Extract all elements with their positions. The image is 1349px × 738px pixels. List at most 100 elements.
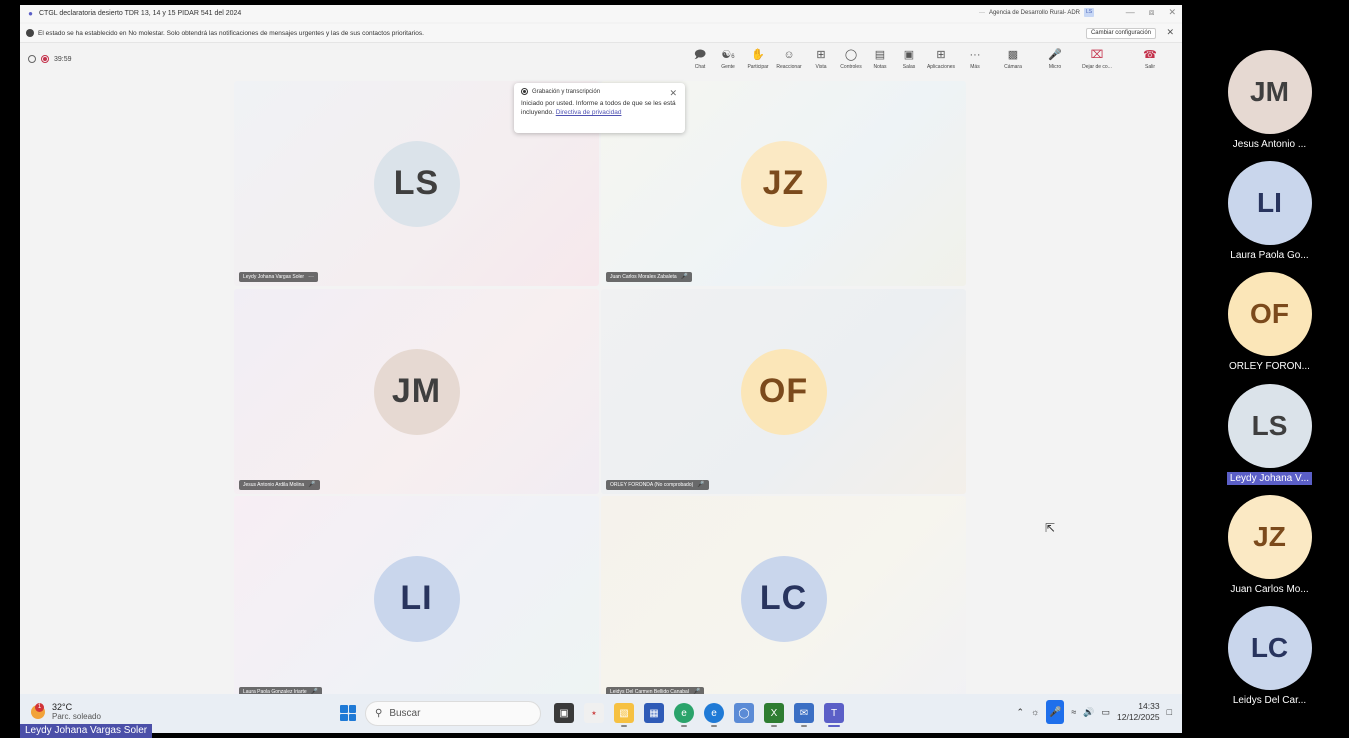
strip-participant-name: Laura Paola Go...: [1230, 250, 1309, 261]
more-button[interactable]: ··· Más: [960, 49, 990, 70]
change-settings-button[interactable]: Cambiar configuración: [1085, 28, 1156, 39]
strip-participant[interactable]: JM Jesus Antonio ...: [1190, 50, 1349, 152]
smile-icon: ☺: [783, 49, 795, 61]
strip-avatar: LS: [1227, 384, 1312, 468]
maximize-icon[interactable]: ⧈: [1149, 7, 1155, 18]
teams-icon[interactable]: T: [824, 703, 844, 727]
clock[interactable]: 14:33 12/12/2025: [1117, 701, 1160, 723]
strip-participant-name: Leydy Johana V...: [1226, 472, 1313, 485]
strip-participant-name: Leidys Del Car...: [1232, 695, 1307, 706]
dnd-banner: El estado se ha establecido en No molest…: [20, 24, 1182, 43]
wifi-icon[interactable]: ≈: [1071, 707, 1076, 717]
strip-participant-name: Juan Carlos Mo...: [1230, 584, 1309, 595]
excel-icon[interactable]: X: [764, 703, 784, 727]
participant-name: Juan Carlos Morales Zabaleta: [610, 274, 677, 280]
outlook-icon[interactable]: ✉: [794, 703, 814, 727]
participant-initials: LC: [740, 555, 827, 642]
view-button[interactable]: ⊞ Vista: [806, 49, 836, 70]
mic-in-use-icon[interactable]: 🎤: [1046, 700, 1065, 724]
raise-hand-button[interactable]: ✋ Participar: [743, 49, 773, 70]
battery-icon[interactable]: ▭: [1102, 707, 1111, 718]
camera-button[interactable]: ▩ Cámara: [998, 49, 1028, 70]
controls-button[interactable]: ◯ Controles: [836, 49, 866, 70]
weather-widget[interactable]: 1 32°C Parc. soleado: [28, 702, 101, 722]
grid-icon: ⊞: [816, 49, 826, 61]
hang-up-icon: ☎: [1143, 49, 1157, 61]
speaker-icon[interactable]: 🔊: [1083, 707, 1094, 718]
dnd-icon: [26, 29, 34, 37]
participant-strip: JM Jesus Antonio ... LI Laura Paola Go..…: [1190, 0, 1349, 738]
notifications-icon[interactable]: □: [1167, 707, 1172, 717]
strip-participant-active[interactable]: LS Leydy Johana V...: [1190, 384, 1349, 486]
strip-participant-name: ORLEY FORON...: [1229, 361, 1310, 372]
leave-button[interactable]: ☎ Salir: [1135, 49, 1165, 70]
people-button[interactable]: ☯6 Gente: [713, 49, 743, 70]
close-popup-icon[interactable]: ✕: [669, 88, 677, 99]
edge-dev-icon[interactable]: e: [704, 703, 724, 727]
strip-participant-name: Jesus Antonio ...: [1232, 139, 1307, 150]
notes-button[interactable]: ▤ Notas: [865, 49, 895, 70]
mouse-cursor-icon: ⇱: [1045, 521, 1056, 535]
apps-button[interactable]: ⊞ Aplicaciones: [926, 49, 956, 70]
close-icon[interactable]: ✕: [1168, 7, 1176, 18]
strip-avatar: JM: [1227, 50, 1312, 134]
strip-participant[interactable]: LI Laura Paola Go...: [1190, 161, 1349, 263]
participant-name-tag: Leydy Johana Vargas Soler ···: [239, 272, 319, 282]
popup-title: Grabación y transcripción: [532, 88, 601, 95]
camera-icon: ▩: [1007, 49, 1019, 61]
add-app-icon: ⊞: [936, 49, 946, 61]
strip-participant[interactable]: LC Leidys Del Car...: [1190, 606, 1349, 708]
copilot-icon[interactable]: ☼: [1031, 707, 1039, 717]
participant-initials: LS: [373, 140, 460, 227]
participant-tile[interactable]: OF ORLEY FORONDA (No comprobado) 🎤: [601, 289, 966, 494]
start-button[interactable]: [340, 705, 356, 721]
widgets-icon[interactable]: ★: [584, 703, 604, 723]
weather-condition: Parc. soleado: [52, 712, 101, 721]
task-view-icon[interactable]: ▣: [554, 703, 574, 723]
rooms-button[interactable]: ▣ Salas: [894, 49, 924, 70]
file-explorer-icon[interactable]: ▧: [614, 703, 634, 727]
title-bar: ● CTGL declaratoria desierto TDR 13, 14 …: [20, 5, 1182, 22]
rooms-icon: ▣: [903, 49, 915, 61]
org-name: Agencia de Desarrollo Rural- ADR: [988, 9, 1080, 16]
record-icon: [521, 88, 528, 95]
chat-button[interactable]: 🗩 Chat: [685, 49, 715, 70]
people-icon: ☯6: [721, 49, 735, 61]
mic-muted-icon: 🎤: [680, 274, 689, 280]
teams-icon: ●: [28, 9, 33, 18]
search-placeholder: Buscar: [389, 708, 421, 719]
notification-badge: 1: [35, 703, 44, 712]
minimize-icon[interactable]: —: [1126, 7, 1135, 18]
participant-name-tag: Jesus Antonio Ardila Molina 🎤: [239, 480, 320, 490]
strip-participant[interactable]: JZ Juan Carlos Mo...: [1190, 495, 1349, 597]
participant-tile[interactable]: JM Jesus Antonio Ardila Molina 🎤: [234, 289, 599, 494]
mic-button[interactable]: 🎤 Micro: [1040, 49, 1070, 70]
teams-meeting-window: ● CTGL declaratoria desierto TDR 13, 14 …: [20, 5, 1182, 733]
stop-sharing-button[interactable]: ⌧ Dejar de co...: [1082, 49, 1112, 70]
weather-icon: 1: [28, 703, 48, 721]
participant-tile[interactable]: LI Laura Paola Gonzalez Iriarte 🎤: [234, 496, 599, 701]
security-icon[interactable]: ◯: [734, 703, 754, 723]
account-avatar[interactable]: LS: [1084, 8, 1094, 17]
close-banner-icon[interactable]: ✕: [1166, 27, 1174, 38]
privacy-policy-link[interactable]: Directiva de privacidad: [556, 109, 622, 116]
strip-participant[interactable]: OF ORLEY FORON...: [1190, 272, 1349, 374]
popup-header: Grabación y transcripción: [521, 88, 678, 95]
chevron-up-icon[interactable]: ⌃: [1017, 707, 1025, 718]
participant-name: Leydy Johana Vargas Soler: [243, 274, 305, 280]
participant-initials: OF: [740, 348, 827, 435]
taskbar-search[interactable]: ⚲ Buscar: [365, 701, 541, 726]
mic-muted-icon: 🎤: [697, 482, 705, 488]
react-button[interactable]: ☺ Reaccionar: [774, 49, 804, 70]
participant-initials: JM: [373, 348, 460, 435]
hand-icon: ✋: [751, 49, 765, 61]
participant-tile[interactable]: LC Leidys Del Carmen Bellido Canabal 🎤: [601, 496, 966, 701]
store-icon[interactable]: ▦: [644, 703, 664, 723]
edge-icon[interactable]: e: [674, 703, 694, 727]
strip-avatar: LC: [1227, 606, 1312, 690]
org-indicator[interactable]: ··· Agencia de Desarrollo Rural- ADR LS: [979, 8, 1094, 17]
windows-taskbar: 1 32°C Parc. soleado ⚲ Buscar ▣ ★ ▧ ▦ e …: [20, 694, 1182, 733]
controls-icon: ◯: [844, 49, 858, 61]
shield-icon: [28, 55, 36, 63]
video-stage: LS Leydy Johana Vargas Soler ··· JZ Juan…: [20, 78, 1182, 701]
